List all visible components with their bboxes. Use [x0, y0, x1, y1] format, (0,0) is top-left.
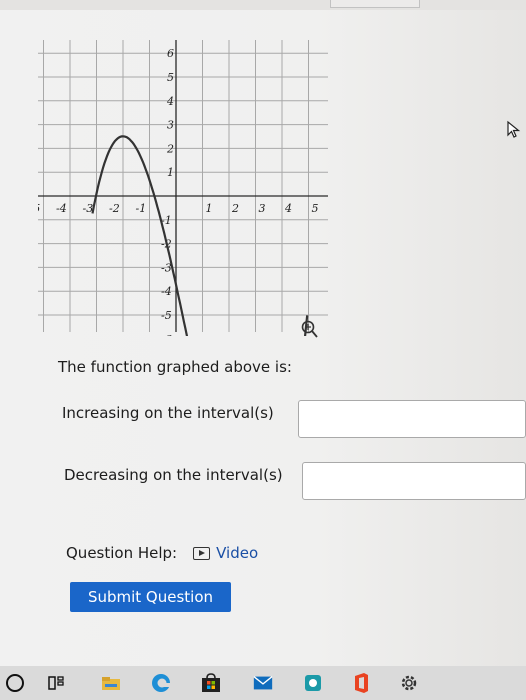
mouse-cursor-icon	[507, 120, 521, 138]
office-icon[interactable]	[350, 672, 372, 694]
question-help: Question Help: Video	[66, 544, 258, 562]
graph-svg: -5-4-3-2-112345 654321-1-2-3-4-5-6	[38, 40, 328, 336]
x-tick-label: 4	[284, 202, 292, 215]
store-icon[interactable]	[200, 672, 222, 694]
x-tick-labels: -5-4-3-2-112345	[38, 202, 319, 215]
question-page: -5-4-3-2-112345 654321-1-2-3-4-5-6 The f…	[0, 10, 526, 666]
increasing-label: Increasing on the interval(s)	[62, 404, 274, 422]
previous-answer-field[interactable]	[330, 0, 420, 8]
magnify-icon[interactable]	[296, 318, 322, 340]
x-tick-label: 2	[231, 202, 239, 215]
y-tick-label: -4	[161, 285, 172, 298]
function-curve	[91, 135, 309, 336]
taskbar	[0, 666, 526, 700]
x-tick-label: 1	[206, 202, 213, 215]
x-tick-label: -2	[109, 202, 120, 215]
play-video-icon	[193, 546, 211, 560]
teams-icon[interactable]	[302, 672, 324, 694]
increasing-interval-input[interactable]	[298, 400, 526, 438]
settings-gear-icon[interactable]	[398, 672, 420, 694]
x-tick-label: -5	[38, 202, 40, 215]
function-graph: -5-4-3-2-112345 654321-1-2-3-4-5-6	[38, 36, 338, 336]
x-tick-label: 5	[312, 202, 319, 215]
mail-icon[interactable]	[252, 672, 274, 694]
x-tick-label: -1	[136, 202, 147, 215]
decreasing-interval-input[interactable]	[302, 462, 526, 500]
y-tick-label: -3	[161, 261, 172, 274]
file-explorer-icon[interactable]	[100, 672, 122, 694]
decreasing-label: Decreasing on the interval(s)	[64, 466, 283, 484]
y-tick-label: 5	[167, 71, 174, 84]
question-prompt: The function graphed above is:	[58, 358, 292, 376]
question-help-label: Question Help:	[66, 544, 178, 562]
x-tick-label: 3	[259, 202, 266, 215]
x-tick-label: -4	[56, 202, 67, 215]
axes	[38, 40, 328, 332]
start-icon[interactable]	[4, 672, 26, 694]
y-tick-label: 2	[166, 142, 174, 155]
submit-question-button[interactable]: Submit Question	[70, 582, 231, 612]
task-view-icon[interactable]	[46, 672, 68, 694]
y-tick-label: -6	[161, 333, 172, 336]
edge-icon[interactable]	[150, 672, 172, 694]
top-strip	[0, 0, 526, 10]
y-tick-label: 4	[166, 95, 174, 108]
y-tick-label: 1	[167, 166, 174, 179]
video-link[interactable]: Video	[193, 544, 258, 562]
y-tick-label: -5	[161, 309, 172, 322]
video-link-label: Video	[216, 544, 259, 562]
y-tick-label: 3	[167, 119, 174, 132]
y-tick-label: 6	[167, 47, 174, 60]
y-tick-labels: 654321-1-2-3-4-5-6	[161, 47, 174, 336]
grid-lines	[38, 40, 328, 332]
